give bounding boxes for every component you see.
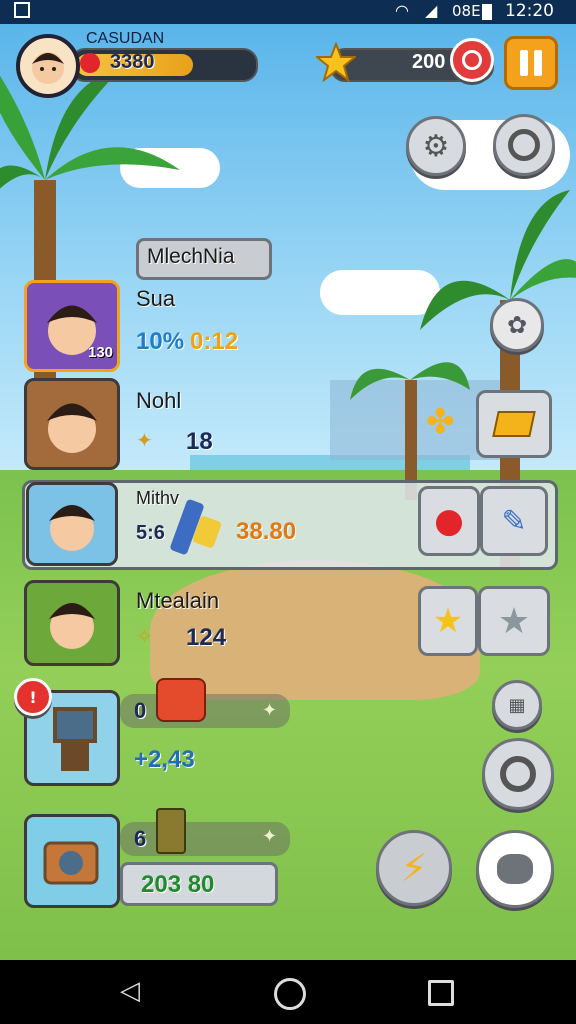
lightning-icon: ⚡	[400, 846, 428, 890]
star-count: 200	[412, 51, 446, 73]
coin-count: 3380	[110, 51, 155, 73]
gloves-icon	[156, 678, 206, 722]
character-stat-ratio: 5:6	[136, 522, 165, 544]
pause-button[interactable]	[504, 36, 558, 90]
carrier-label: 08E	[452, 2, 481, 20]
clover-icon: ✤	[426, 402, 455, 442]
section-banner: MlechNia	[136, 238, 272, 280]
character-face-icon	[49, 603, 95, 649]
system-nav-bar: ◁	[0, 960, 576, 1024]
player-avatar[interactable]	[16, 34, 80, 98]
battery-icon	[482, 4, 492, 20]
ruby-icon	[80, 53, 100, 73]
sparkle-icon: ✦	[262, 700, 278, 721]
potion-icon	[170, 499, 221, 555]
apple-icon: ●	[434, 501, 464, 541]
character-portrait[interactable]	[26, 482, 118, 566]
gold-star-button[interactable]: ★	[418, 586, 478, 656]
character-stat-value: 38.80	[236, 518, 297, 545]
wifi-icon: ◠	[395, 1, 409, 20]
crafting-value-box: 203 80	[120, 862, 278, 906]
silver-star-button[interactable]: ★	[478, 586, 550, 656]
chat-button[interactable]: ▦	[492, 680, 542, 730]
character-name: Sua	[136, 286, 176, 311]
flower-icon: ✿	[506, 311, 528, 339]
alert-badge[interactable]: !	[14, 678, 52, 716]
crafting-count: 0	[134, 698, 147, 723]
character-face-icon	[47, 403, 97, 453]
character-stat-time: 0:12	[190, 328, 239, 355]
ring-icon	[508, 129, 540, 161]
target-icon	[500, 756, 536, 792]
notification-icon	[14, 2, 30, 18]
camera-icon	[43, 841, 99, 885]
sparkle-icon: ✦	[262, 826, 278, 847]
character-name: Mtealain	[136, 588, 220, 613]
status-bar: ◠ ◢ 08E 12:20	[0, 0, 576, 24]
recents-icon[interactable]	[428, 980, 454, 1006]
character-portrait[interactable]	[24, 378, 120, 470]
chat-icon: ▦	[508, 694, 526, 716]
flower-button[interactable]: ✿	[490, 298, 544, 352]
character-portrait[interactable]	[24, 580, 120, 666]
banner-title: MlechNia	[147, 245, 235, 268]
settings-button[interactable]: ⚙	[406, 116, 466, 176]
boost-icon: ✦	[136, 428, 153, 452]
tool-icon: ✧	[136, 624, 153, 648]
level-badge: 130	[88, 344, 114, 361]
crafting-count: 6	[134, 826, 147, 851]
clock: 12:20	[505, 1, 554, 21]
gold-star-icon: ★	[432, 601, 464, 641]
star-icon	[316, 42, 356, 82]
lightning-button[interactable]: ⚡	[376, 830, 452, 906]
options-button[interactable]	[493, 114, 555, 176]
brush-icon: ✎	[501, 503, 527, 539]
signal-icon: ◢	[425, 1, 438, 20]
gear-icon: ⚙	[422, 128, 450, 164]
apple-button[interactable]: ●	[418, 486, 480, 556]
alert-icon: !	[29, 687, 37, 707]
silver-star-icon: ★	[497, 600, 531, 642]
camera-portrait[interactable]	[24, 814, 120, 908]
avatar-face-icon	[32, 52, 64, 84]
plus-icon	[462, 50, 482, 70]
pause-icon	[520, 50, 542, 76]
player-name: CASUDAN	[86, 30, 165, 47]
ticket-icon	[492, 411, 536, 437]
character-stat-count: 18	[186, 428, 213, 455]
brush-button[interactable]: ✎	[480, 486, 548, 556]
character-stat-count: 124	[186, 624, 227, 651]
character-face-icon	[49, 505, 95, 551]
back-icon[interactable]: ◁	[120, 976, 140, 1006]
ticket-button[interactable]	[476, 390, 552, 458]
puzzle-button[interactable]	[476, 830, 554, 908]
crafting-value: +2,43	[134, 746, 195, 773]
crafting-value: 203 80	[141, 871, 215, 898]
character-stat-percent: 10%	[136, 328, 185, 355]
puzzle-icon	[497, 854, 533, 884]
character-name: Nohl	[136, 388, 182, 413]
home-icon[interactable]	[274, 978, 306, 1010]
jar-icon	[156, 808, 186, 854]
target-button[interactable]	[482, 738, 554, 810]
coin-bar: 3380	[70, 48, 258, 82]
add-stars-button[interactable]	[450, 38, 494, 82]
